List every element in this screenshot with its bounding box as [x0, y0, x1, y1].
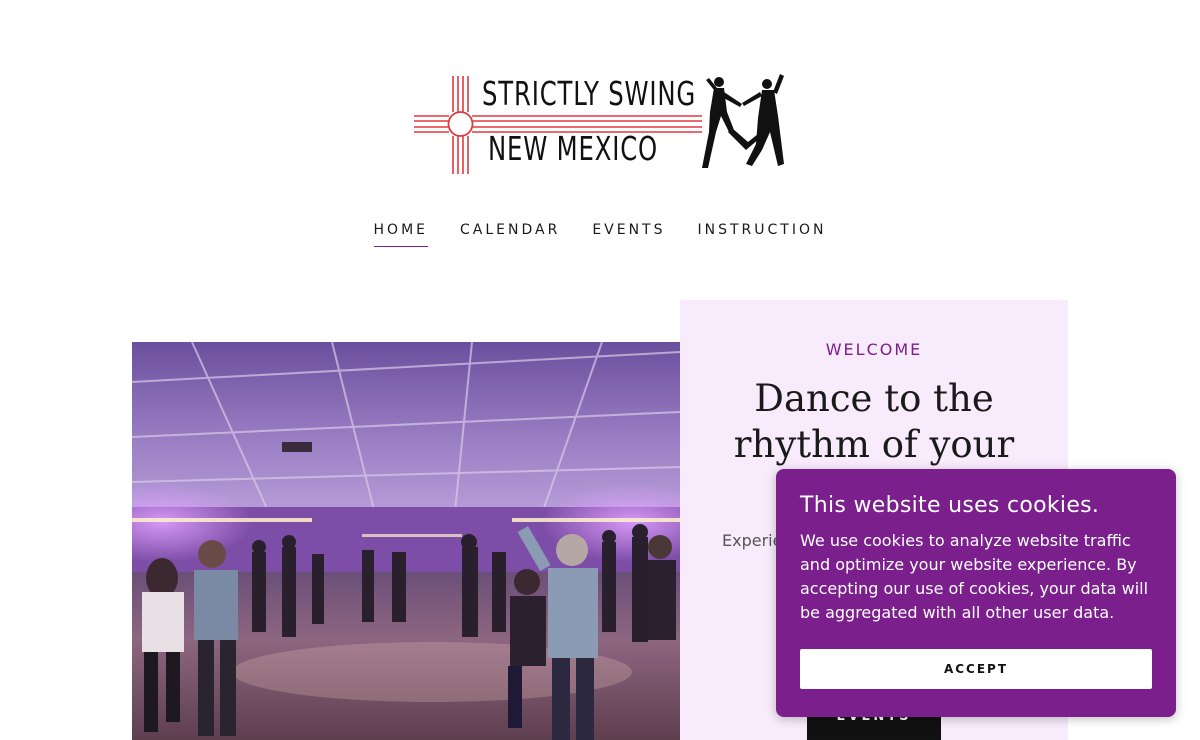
hero-body-text: Experie [722, 531, 783, 550]
nav-item-home[interactable]: HOME [373, 222, 428, 247]
page: STRICTLY SWING NEW MEXICO HOME CALENDAR … [0, 0, 1200, 740]
swing-dancers-silhouette-icon [702, 74, 784, 168]
hero-headline: Dance to the rhythm of your [733, 377, 1015, 466]
cookie-title: This website uses cookies. [800, 493, 1100, 518]
main-nav: HOME CALENDAR EVENTS INSTRUCTION [0, 222, 1200, 247]
logo-title-line-1: STRICTLY SWING [482, 74, 697, 113]
welcome-eyebrow: WELCOME [825, 340, 923, 359]
nav-item-events[interactable]: EVENTS [592, 222, 665, 247]
cookie-banner: This website uses cookies. We use cookie… [776, 469, 1176, 717]
nav-item-instruction[interactable]: INSTRUCTION [698, 222, 827, 247]
cookie-body: We use cookies to analyze website traffi… [800, 531, 1149, 622]
nav-item-calendar[interactable]: CALENDAR [460, 222, 560, 247]
accept-cookies-button[interactable]: ACCEPT [800, 649, 1152, 689]
logo-title-line-2: NEW MEXICO [488, 129, 658, 168]
hero-photo [132, 342, 680, 740]
site-logo[interactable]: STRICTLY SWING NEW MEXICO [412, 72, 792, 178]
